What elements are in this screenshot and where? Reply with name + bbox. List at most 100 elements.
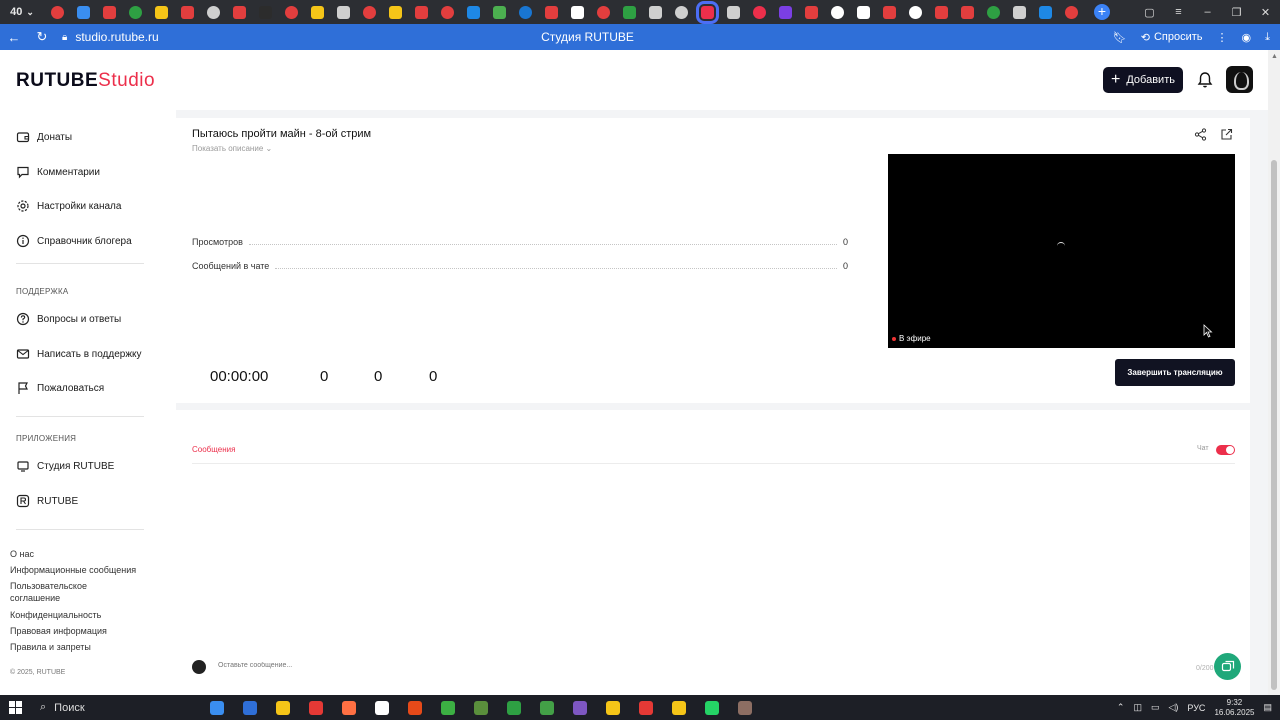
taskbar-app-icon[interactable] [440,700,455,715]
browser-tab[interactable] [363,5,376,19]
taskbar-app-icon[interactable] [242,700,257,715]
browser-tab[interactable] [779,5,792,19]
taskbar-app-icon[interactable] [275,700,290,715]
browser-tab[interactable] [441,5,454,19]
taskbar-app-icon[interactable] [572,700,587,715]
taskbar-app-icon[interactable] [308,700,323,715]
footer-link-user-agreement[interactable]: Пользовательское соглашение [10,580,120,604]
browser-tab[interactable] [597,5,610,19]
browser-tab[interactable] [987,5,1000,19]
taskbar-app-icon[interactable] [539,700,554,715]
browser-tab[interactable] [51,5,64,19]
window-restore-button[interactable]: ❐ [1222,6,1251,19]
user-avatar[interactable] [1226,66,1253,93]
chat-message-input[interactable] [218,662,1118,669]
tray-chevron-up-icon[interactable]: ⌃ [1117,702,1125,713]
browser-tab[interactable] [103,5,116,19]
browser-tab[interactable] [883,5,896,19]
browser-tab[interactable] [805,5,818,19]
browser-tab[interactable] [389,5,402,19]
sidebar-item-comments[interactable]: Комментарии [16,165,100,179]
browser-tab[interactable] [207,5,220,19]
sidebar-item-faq[interactable]: Вопросы и ответы [16,312,121,326]
browser-tab[interactable] [493,5,506,19]
browser-tab[interactable] [1013,5,1026,19]
taskbar-app-icon[interactable] [407,700,422,715]
footer-link-info-messages[interactable]: Информационные сообщения [10,564,136,576]
browser-tab[interactable] [857,5,870,19]
browser-tab[interactable] [233,5,246,19]
bookmark-icon[interactable]: 🔖︎ [1113,31,1127,44]
url-field[interactable]: 🔒︎ studio.rutube.ru [62,30,159,44]
taskbar-app-icon[interactable] [506,700,521,715]
window-close-button[interactable]: ✕ [1251,6,1280,19]
browser-tab[interactable] [181,5,194,19]
sidebar-item-blogger-guide[interactable]: Справочник блогера [16,234,132,248]
taskbar-app-icon[interactable] [638,700,653,715]
footer-link-legal[interactable]: Правовая информация [10,625,107,637]
windows-start-button[interactable] [0,701,30,714]
scroll-up-icon[interactable]: ▲ [1271,53,1278,60]
browser-tab[interactable] [129,5,142,19]
browser-tab[interactable] [259,5,272,19]
page-scrollbar[interactable]: ▲ [1268,50,1280,695]
browser-tab[interactable] [649,5,662,19]
taskbar-app-icon[interactable] [341,700,356,715]
download-icon[interactable]: ⤓ [1265,31,1270,44]
show-description-link[interactable]: Показать описание ⌄ [192,144,272,153]
tray-volume-icon[interactable]: ◁) [1168,702,1178,713]
sidebar-item-report[interactable]: Пожаловаться [16,381,104,395]
browser-tab[interactable] [467,5,480,19]
more-menu-icon[interactable]: ⋮ [1217,31,1228,44]
chat-toggle[interactable] [1216,445,1235,455]
browser-tab[interactable] [571,5,584,19]
browser-tab[interactable] [1065,5,1078,19]
tray-language[interactable]: РУС [1187,703,1205,713]
taskbar-app-icon[interactable] [737,700,752,715]
tab-messages[interactable]: Сообщения [192,445,235,454]
taskbar-app-icon[interactable] [605,700,620,715]
browser-tab[interactable] [545,5,558,19]
taskbar-app-icon[interactable] [671,700,686,715]
tray-network-icon[interactable]: ◫ [1133,702,1142,713]
browser-tab[interactable] [753,5,766,19]
sidebar-item-studio-app[interactable]: Студия RUTUBE [16,459,114,473]
window-bookmarks-icon[interactable]: ▢ [1135,6,1164,19]
browser-tab[interactable] [311,5,324,19]
scrollbar-thumb[interactable] [1271,160,1277,690]
new-tab-button[interactable]: + [1094,4,1110,20]
window-menu-icon[interactable]: ≡ [1164,6,1193,19]
rutube-studio-logo[interactable]: RUTUBEStudio [16,70,155,92]
footer-link-about[interactable]: О нас [10,548,34,560]
browser-tab[interactable] [285,5,298,19]
window-minimize-button[interactable]: – [1193,6,1222,19]
browser-tab[interactable] [77,5,90,19]
taskbar-app-icon[interactable] [374,700,389,715]
tray-clock[interactable]: 9:32 16.06.2025 [1214,698,1254,718]
support-chat-button[interactable] [1214,653,1241,680]
sidebar-item-rutube-app[interactable]: RUTUBE [16,494,78,508]
footer-link-privacy[interactable]: Конфиденциальность [10,609,101,621]
browser-tab[interactable] [415,5,428,19]
taskbar-search[interactable]: ⌕ Поиск [30,701,160,714]
tray-battery-icon[interactable]: ▭ [1151,702,1160,713]
external-link-icon[interactable] [1220,128,1233,141]
share-icon[interactable] [1194,128,1207,141]
tab-counter-button[interactable]: 40 ⌄ [0,0,44,24]
browser-tab[interactable] [155,5,168,19]
bell-icon[interactable] [1197,71,1213,89]
taskbar-app-icon[interactable] [704,700,719,715]
footer-link-rules[interactable]: Правила и запреты [10,641,91,653]
browser-tab[interactable] [337,5,350,19]
browser-tab[interactable] [961,5,974,19]
browser-tab[interactable] [696,0,719,24]
sidebar-item-channel-settings[interactable]: Настройки канала [16,199,121,213]
extension-icon[interactable]: ◉ [1242,31,1252,44]
taskbar-app-icon[interactable] [473,700,488,715]
browser-tab[interactable] [1039,5,1052,19]
browser-tab[interactable] [519,5,532,19]
add-button[interactable]: + Добавить [1103,67,1183,93]
end-stream-button[interactable]: Завершить трансляцию [1115,359,1235,386]
reload-icon[interactable]: ↻ [28,29,56,45]
browser-tab[interactable] [935,5,948,19]
